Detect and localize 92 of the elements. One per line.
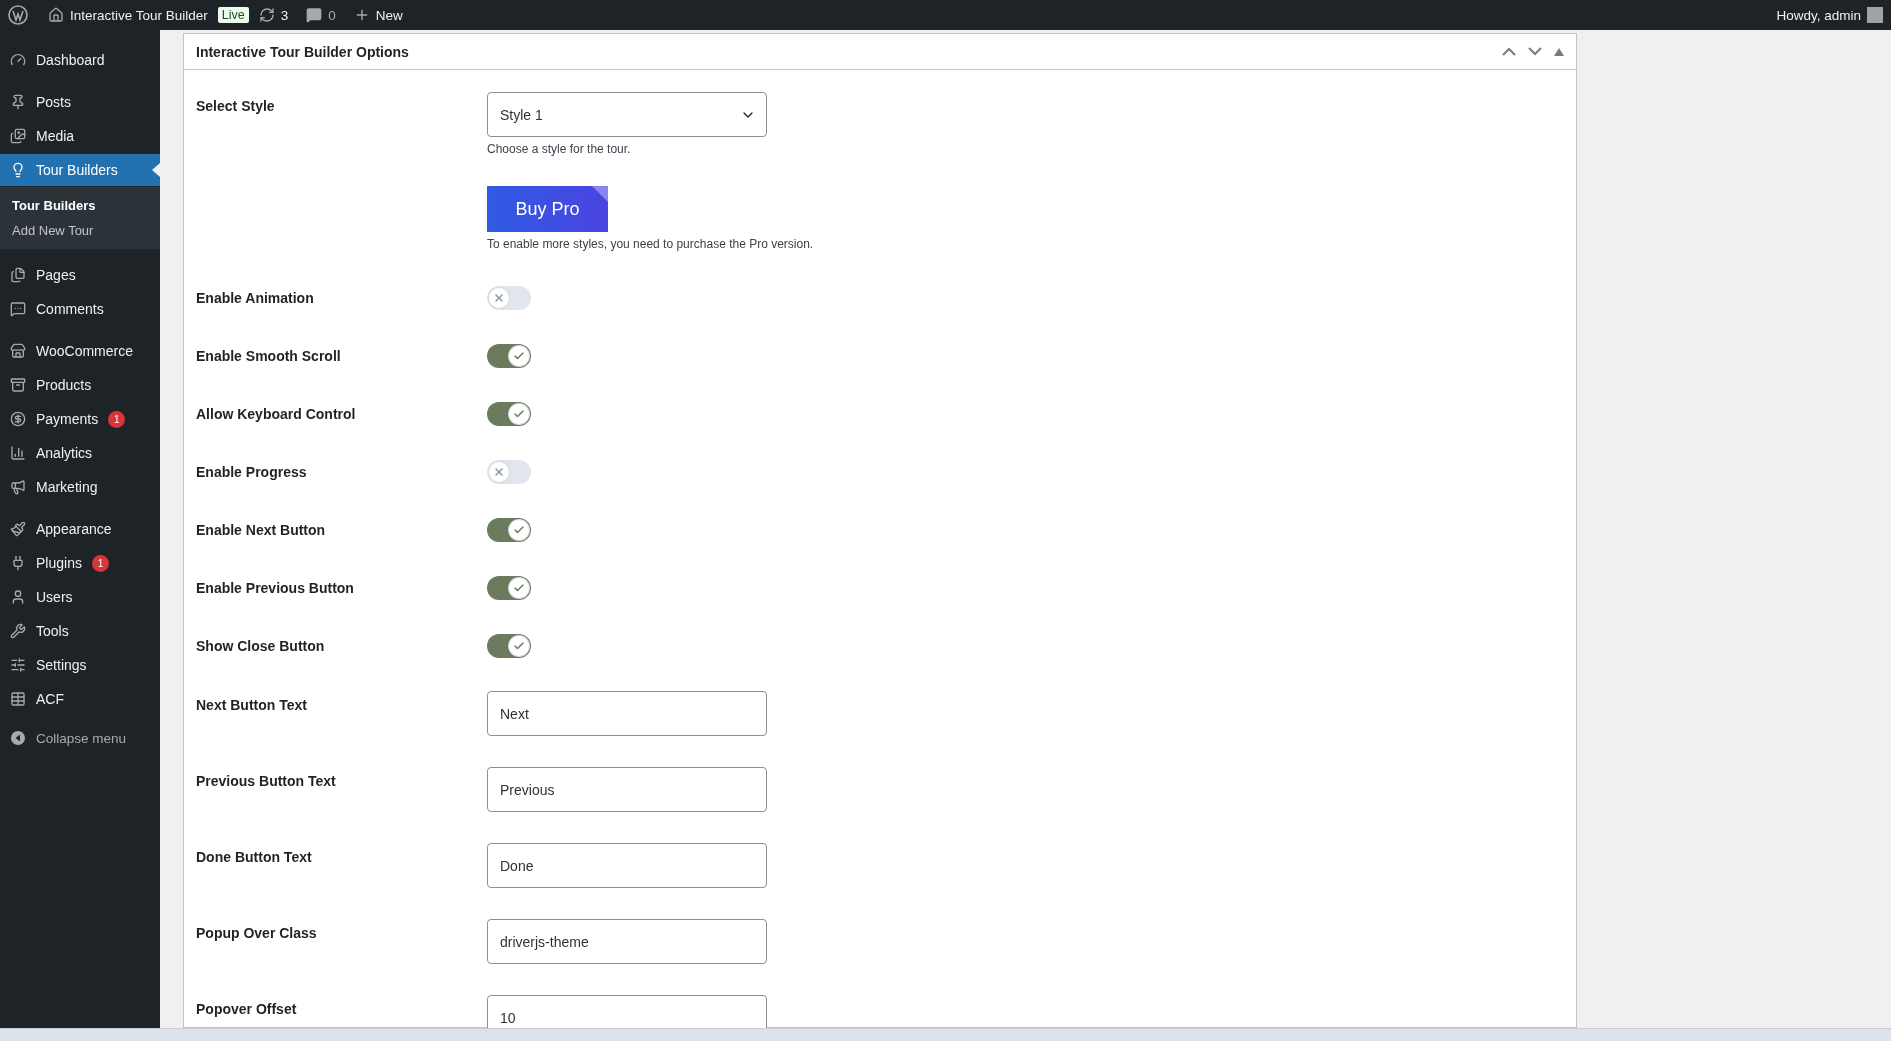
menu-icon: [10, 479, 26, 495]
menu-icon: [10, 52, 26, 68]
field-label: Select Style: [196, 97, 276, 114]
text-field[interactable]: Previous: [487, 767, 767, 812]
menu-item[interactable]: Tools: [0, 615, 160, 647]
count-badge: 1: [108, 410, 126, 428]
menu-icon: [10, 162, 26, 178]
toggle-switch[interactable]: [487, 634, 531, 658]
updates-link[interactable]: 3: [258, 7, 289, 23]
field-label: Enable Smooth Scroll: [196, 348, 342, 364]
menu-icon: [10, 623, 26, 639]
text-field[interactable]: Done: [487, 843, 767, 888]
menu-icon: [10, 128, 26, 144]
style-select[interactable]: Style 1: [487, 92, 767, 137]
field-label: Popup Over Class: [196, 924, 318, 941]
text-field[interactable]: driverjs-theme: [487, 919, 767, 964]
menu-item[interactable]: Tour Builders: [0, 154, 160, 186]
menu-item[interactable]: Marketing: [0, 471, 160, 503]
chevron-down-icon: [1528, 47, 1542, 56]
text-field[interactable]: Next: [487, 691, 767, 736]
site-name-link[interactable]: Interactive Tour Builder: [48, 7, 208, 23]
menu-icon: [10, 267, 26, 283]
new-link[interactable]: New: [353, 7, 403, 23]
submenu-item[interactable]: Add New Tour: [0, 218, 160, 243]
toggle-panel-icon[interactable]: [1554, 47, 1564, 56]
menu-item[interactable]: Pages: [0, 259, 160, 291]
menu-icon: [10, 657, 26, 673]
menu-item[interactable]: Comments: [0, 293, 160, 325]
chevron-up-icon: [1502, 47, 1516, 56]
menu-item[interactable]: Users: [0, 581, 160, 613]
check-icon: [513, 640, 525, 652]
menu-item[interactable]: ACF: [0, 683, 160, 715]
toggle-switch[interactable]: [487, 286, 531, 310]
menu-item[interactable]: Products: [0, 369, 160, 401]
field-label: Next Button Text: [196, 696, 308, 713]
menu-item[interactable]: Settings: [0, 649, 160, 681]
toggle-switch[interactable]: [487, 460, 531, 484]
check-icon: [513, 524, 525, 536]
field-label: Popover Offset: [196, 1000, 298, 1017]
field-label: Previous Button Text: [196, 772, 337, 789]
collapse-icon: [10, 730, 26, 746]
panel-title: Interactive Tour Builder Options: [196, 43, 410, 60]
check-icon: [513, 350, 525, 362]
field-label: Show Close Button: [196, 638, 326, 654]
x-icon: [493, 292, 505, 304]
menu-icon: [10, 691, 26, 707]
menu-item[interactable]: WooCommerce: [0, 335, 160, 367]
field-label: Enable Next Button: [196, 522, 327, 538]
menu-icon: [10, 301, 26, 317]
buy-pro-button[interactable]: Buy Pro: [487, 186, 608, 232]
live-badge: Live: [217, 7, 249, 23]
account-link[interactable]: Howdy, admin: [1776, 7, 1883, 23]
menu-item[interactable]: Posts: [0, 86, 160, 118]
menu-icon: [10, 555, 26, 571]
menu-icon: [10, 377, 26, 393]
current-page-pointer: [152, 163, 160, 177]
menu-icon: [10, 589, 26, 605]
menu-icon: [10, 94, 26, 110]
submenu-item[interactable]: Tour Builders: [0, 193, 160, 218]
check-icon: [513, 408, 525, 420]
field-label: Enable Animation: [196, 290, 315, 306]
toggle-switch[interactable]: [487, 518, 531, 542]
toggle-switch[interactable]: [487, 344, 531, 368]
wordpress-logo[interactable]: [8, 5, 28, 25]
toggle-switch[interactable]: [487, 576, 531, 600]
menu-icon: [10, 343, 26, 359]
x-icon: [493, 466, 505, 478]
field-label: Allow Keyboard Control: [196, 406, 357, 422]
check-icon: [513, 582, 525, 594]
toggle-switch[interactable]: [487, 402, 531, 426]
text-field[interactable]: 10: [487, 995, 767, 1028]
field-label: Enable Progress: [196, 464, 308, 480]
refresh-icon: [258, 7, 275, 23]
field-label: Enable Previous Button: [196, 580, 355, 596]
help-text: Choose a style for the tour.: [487, 142, 631, 156]
menu-item[interactable]: Dashboard: [0, 44, 160, 76]
menu-icon: [10, 521, 26, 537]
menu-item[interactable]: Appearance: [0, 513, 160, 545]
menu-item[interactable]: Media: [0, 120, 160, 152]
help-text: To enable more styles, you need to purchase the Pro version.: [487, 237, 814, 251]
menu-icon: [10, 445, 26, 461]
comments-link[interactable]: 0: [306, 7, 336, 23]
comment-icon: [306, 7, 323, 23]
home-icon: [48, 7, 64, 23]
count-badge: 1: [91, 554, 109, 572]
menu-item[interactable]: Payments 1: [0, 403, 160, 435]
collapse-menu-button[interactable]: Collapse menu: [0, 721, 137, 755]
menu-item[interactable]: Analytics: [0, 437, 160, 469]
menu-icon: [10, 411, 26, 427]
field-label: Done Button Text: [196, 848, 313, 865]
avatar-icon: [1867, 7, 1883, 23]
menu-item[interactable]: Plugins 1: [0, 547, 160, 579]
